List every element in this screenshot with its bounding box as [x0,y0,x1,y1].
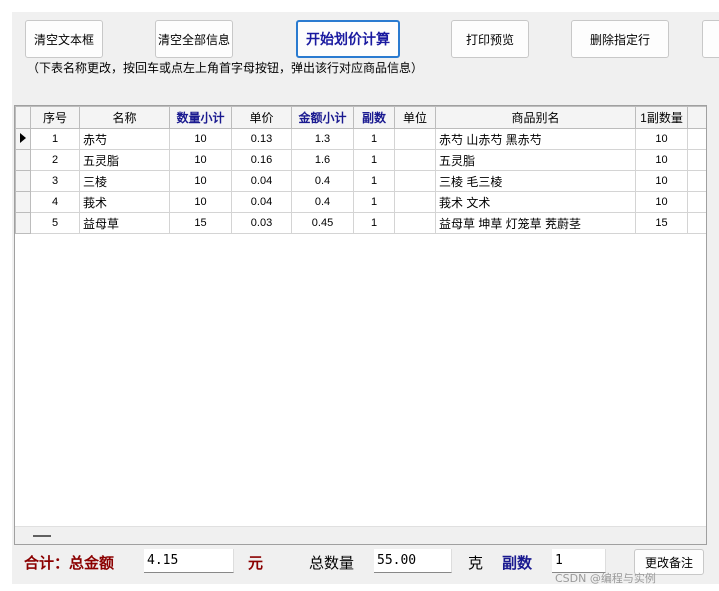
table-cell[interactable]: 莪术 [79,191,170,213]
table-cell[interactable]: 五灵脂 [79,149,170,171]
overflow-button[interactable] [702,20,719,58]
table-cell[interactable]: 三棱 [79,170,170,192]
table-cell[interactable]: 1 [353,149,395,171]
column-header[interactable]: 1副数量 [635,106,688,129]
table-cell[interactable]: 2 [30,149,80,171]
table-cell[interactable]: 1 [30,128,80,150]
table-cell[interactable]: 益母草 [79,212,170,234]
grid-header-row: 序号名称数量小计单价金额小计副数单位商品别名1副数量单 [15,106,706,129]
column-header[interactable]: 副数 [353,106,395,129]
table-cell[interactable]: 10 [635,170,688,192]
table-cell[interactable] [687,128,706,150]
table-cell[interactable]: 0.04 [231,170,292,192]
current-row-arrow-icon [20,132,26,143]
doses-label: 副数 [502,554,533,572]
total-quantity-label: 总数量 [309,554,355,572]
table-cell[interactable]: 10 [635,149,688,171]
table-cell[interactable]: 1 [353,212,395,234]
table-cell[interactable] [687,149,706,171]
table-cell[interactable]: 1.6 [291,149,354,171]
total-amount-field[interactable]: 4.15 [144,549,234,573]
table-row[interactable]: 5 益母草 15 0.03 0.45 1 益母草 坤草 灯笼草 茺蔚茎 15 [15,212,706,234]
table-row[interactable]: 1 赤芍 10 0.13 1.3 1 赤芍 山赤芍 黑赤芍 10 [15,128,706,150]
table-cell[interactable]: 4 [30,191,80,213]
delete-row-button[interactable]: 删除指定行 [571,20,669,58]
table-cell[interactable]: 莪术 文术 [435,191,636,213]
column-header[interactable]: 金额小计 [291,106,354,129]
row-selector[interactable] [15,191,31,213]
table-cell[interactable]: 10 [169,128,232,150]
table-cell[interactable]: 5 [30,212,80,234]
table-cell[interactable]: 1 [353,191,395,213]
table-cell[interactable]: 益母草 坤草 灯笼草 茺蔚茎 [435,212,636,234]
column-header[interactable]: 商品别名 [435,106,636,129]
prescription-grid[interactable]: 序号名称数量小计单价金额小计副数单位商品别名1副数量单 1赤芍100.131.3… [14,105,707,545]
table-cell[interactable] [687,170,706,192]
total-quantity-field[interactable]: 55.00 [374,549,452,573]
table-cell[interactable] [394,128,436,150]
total-amount-label: 合计：总金额 [24,554,115,572]
table-cell[interactable]: 3 [30,170,80,192]
column-header[interactable]: 名称 [79,106,170,129]
horizontal-scrollbar[interactable] [15,526,706,544]
row-selector[interactable] [15,212,31,234]
table-cell[interactable]: 10 [635,191,688,213]
row-selector[interactable] [15,170,31,192]
table-cell[interactable]: 10 [635,128,688,150]
table-cell[interactable]: 赤芍 [79,128,170,150]
column-header[interactable]: 数量小计 [169,106,232,129]
table-row[interactable]: 2 五灵脂 10 0.16 1.6 1 五灵脂 10 [15,149,706,171]
table-cell[interactable]: 0.4 [291,191,354,213]
table-cell[interactable]: 10 [169,170,232,192]
table-row[interactable]: 4 莪术 10 0.04 0.4 1 莪术 文术 10 [15,191,706,213]
table-cell[interactable]: 五灵脂 [435,149,636,171]
clear-textbox-button[interactable]: 清空文本框 [25,20,103,58]
watermark: CSDN @编程与实例 [555,572,656,585]
table-cell[interactable]: 15 [635,212,688,234]
table-cell[interactable]: 0.04 [231,191,292,213]
column-header[interactable]: 单 [687,106,706,129]
table-cell[interactable]: 1.3 [291,128,354,150]
gram-unit-label: 克 [468,554,484,572]
clear-all-button[interactable]: 清空全部信息 [155,20,233,58]
table-cell[interactable] [394,149,436,171]
scrollbar-thumb[interactable] [33,535,51,537]
table-cell[interactable]: 0.45 [291,212,354,234]
table-cell[interactable]: 15 [169,212,232,234]
table-cell[interactable]: 0.16 [231,149,292,171]
table-cell[interactable]: 0.03 [231,212,292,234]
row-selector[interactable] [15,128,31,150]
table-cell[interactable]: 三棱 毛三棱 [435,170,636,192]
column-header[interactable]: 单价 [231,106,292,129]
table-cell[interactable]: 10 [169,149,232,171]
currency-unit-label: 元 [248,554,264,572]
column-header[interactable]: 序号 [30,106,80,129]
table-cell[interactable]: 赤芍 山赤芍 黑赤芍 [435,128,636,150]
table-cell[interactable]: 10 [169,191,232,213]
start-pricing-button[interactable]: 开始划价计算 [296,20,400,58]
table-cell[interactable]: 0.13 [231,128,292,150]
row-selector[interactable] [15,149,31,171]
table-cell[interactable] [687,212,706,234]
table-cell[interactable]: 1 [353,128,395,150]
print-preview-button[interactable]: 打印预览 [451,20,529,58]
table-row[interactable]: 3 三棱 10 0.04 0.4 1 三棱 毛三棱 10 [15,170,706,192]
grid-table: 序号名称数量小计单价金额小计副数单位商品别名1副数量单 1赤芍100.131.3… [15,106,706,234]
table-cell[interactable] [687,191,706,213]
table-cell[interactable] [394,212,436,234]
table-cell[interactable] [394,170,436,192]
table-cell[interactable] [394,191,436,213]
table-cell[interactable]: 1 [353,170,395,192]
row-selector-header[interactable] [15,106,31,129]
column-header[interactable]: 单位 [394,106,436,129]
instruction-text: （下表名称更改，按回车或点左上角首字母按钮，弹出该行对应商品信息） [27,61,424,75]
table-cell[interactable]: 0.4 [291,170,354,192]
